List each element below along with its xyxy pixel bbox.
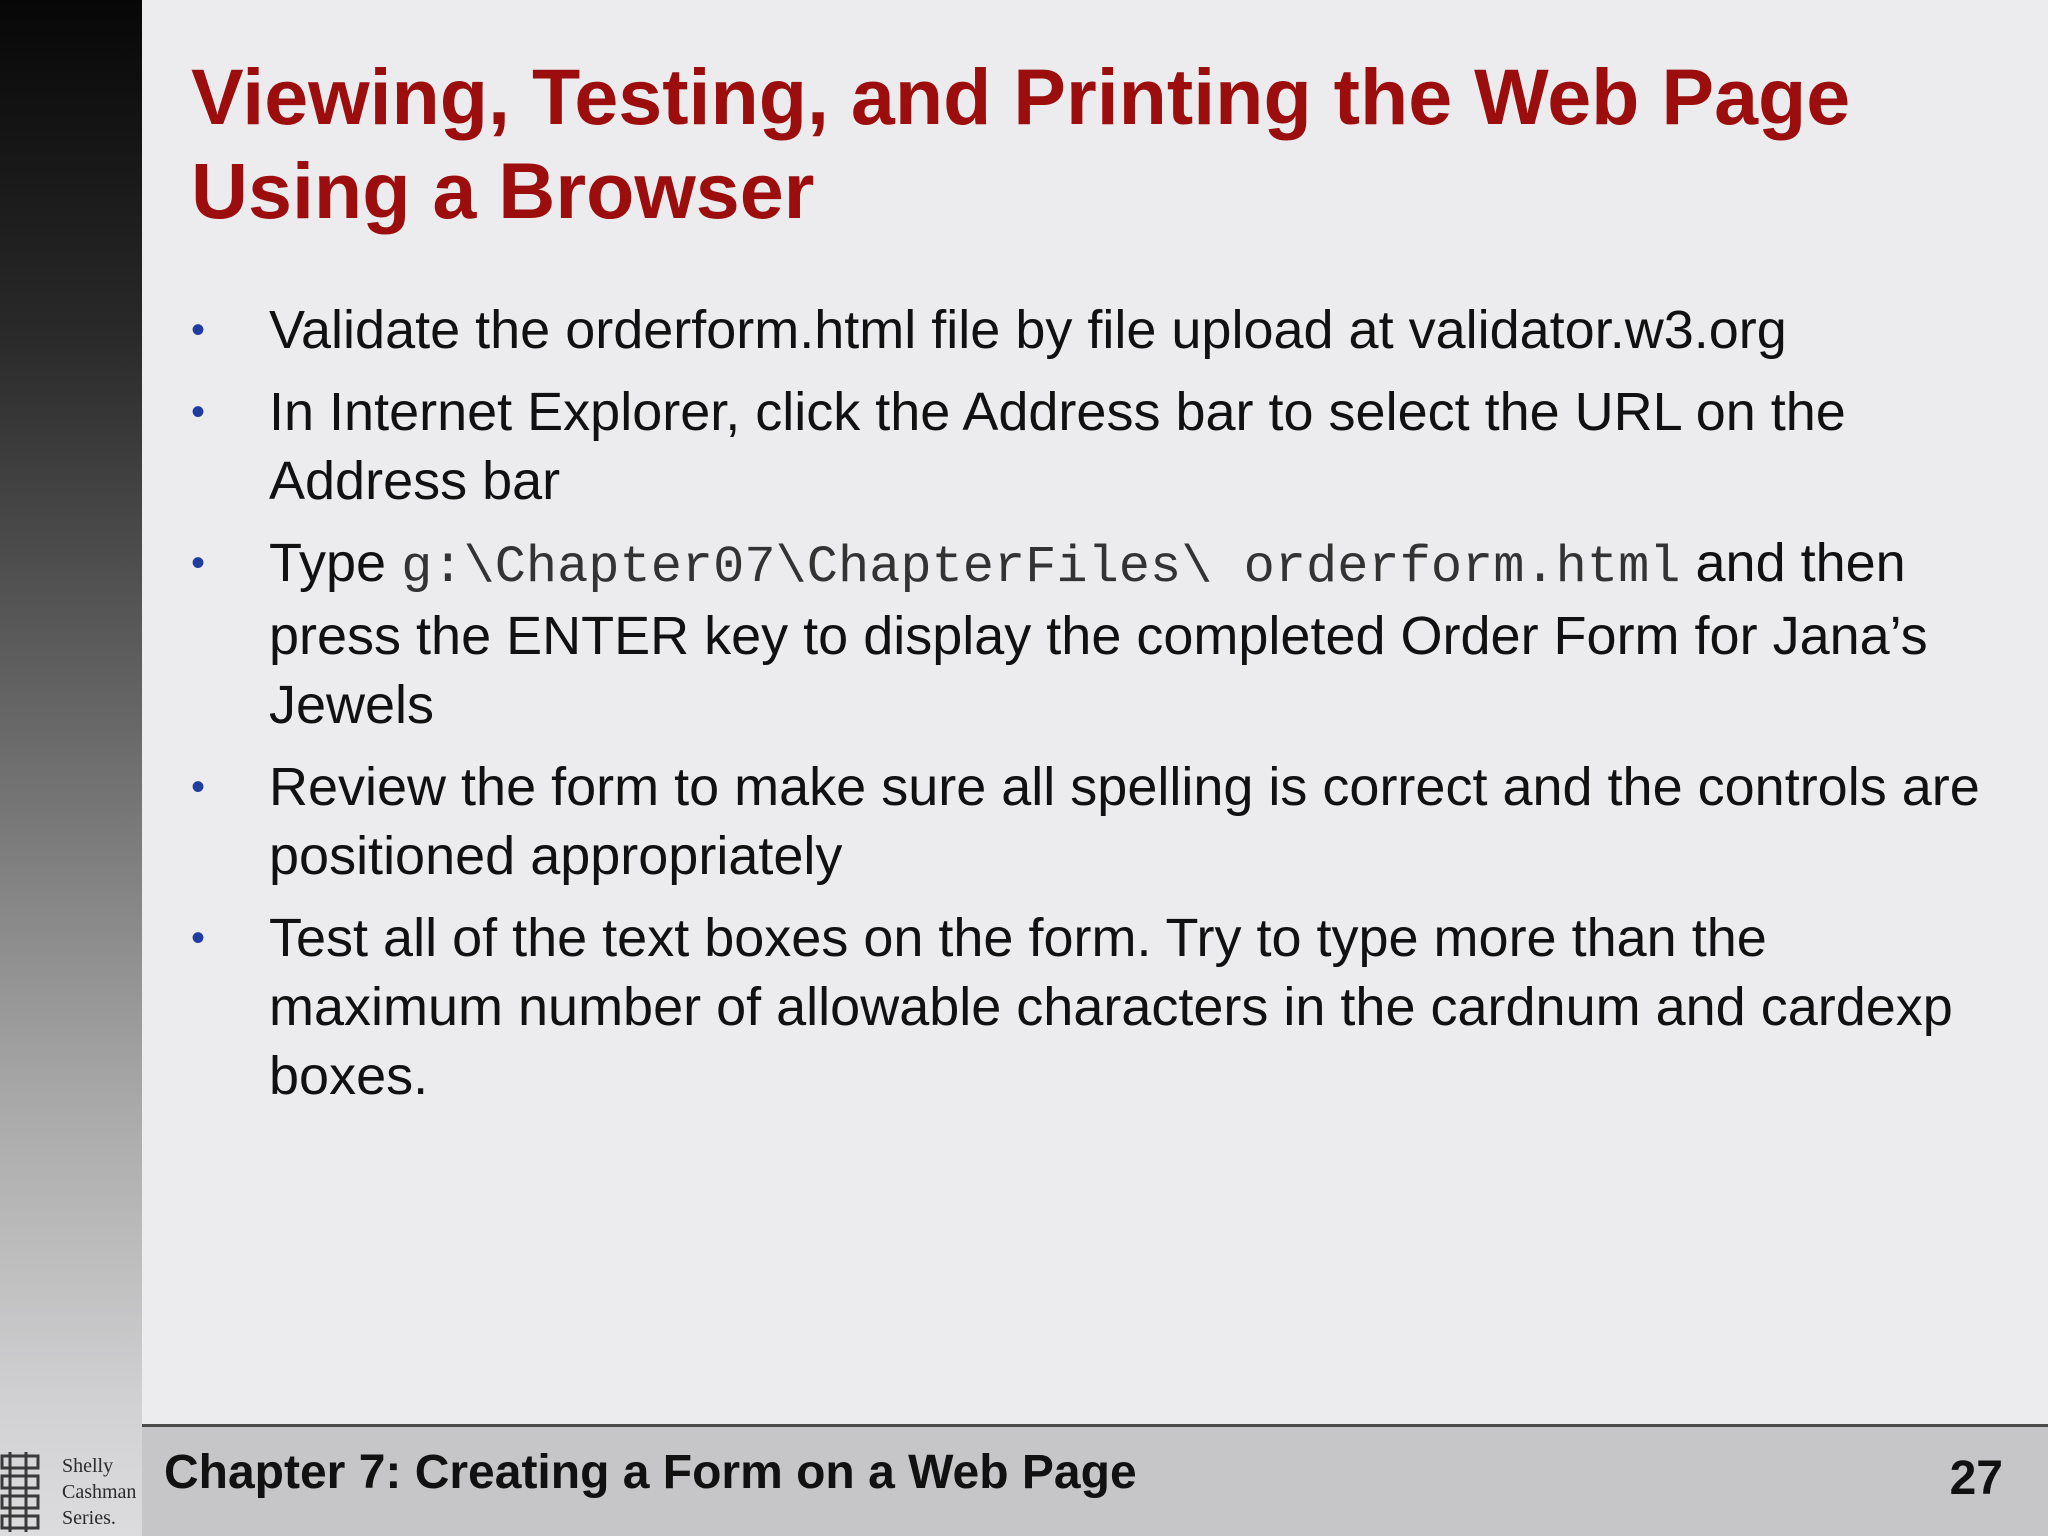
footer-chapter-title: Chapter 7: Creating a Form on a Web Page: [164, 1446, 1137, 1499]
bullet-item: • Test all of the text boxes on the form…: [191, 904, 1991, 1111]
bullet-item: • Review the form to make sure all spell…: [191, 753, 1991, 891]
left-gradient-bar: [0, 0, 142, 1536]
bullet-marker-icon: •: [191, 765, 206, 809]
bullet-text: Validate the orderform.html file by file…: [269, 300, 1787, 360]
slide-title: Viewing, Testing, and Printing the Web P…: [191, 52, 1851, 235]
footer-bar: Chapter 7: Creating a Form on a Web Page…: [142, 1427, 2048, 1536]
logo-text-line: Cashman: [62, 1481, 136, 1503]
bullet-item: • In Internet Explorer, click the Addres…: [191, 378, 1991, 516]
shelly-cashman-series-logo-icon: Shelly Cashman Series.: [0, 1448, 142, 1534]
bullet-item: • Type g:\Chapter07\ChapterFiles\ orderf…: [191, 529, 1991, 740]
bullet-text: Review the form to make sure all spellin…: [269, 757, 1980, 886]
logo-text-line: Shelly: [62, 1455, 113, 1477]
bullet-text: Type: [269, 533, 402, 593]
bullet-item: • Validate the orderform.html file by fi…: [191, 296, 1991, 365]
logo-text-line: Series.: [62, 1507, 116, 1529]
bullet-marker-icon: •: [191, 541, 206, 585]
page-number: 27: [1949, 1452, 2003, 1505]
bullet-marker-icon: •: [191, 916, 206, 960]
bullet-text: Test all of the text boxes on the form. …: [269, 908, 1953, 1106]
bullet-marker-icon: •: [191, 308, 206, 352]
bullet-marker-icon: •: [191, 390, 206, 434]
bullet-list: • Validate the orderform.html file by fi…: [191, 296, 1991, 1124]
code-path: g:\Chapter07\ChapterFiles\ orderform.htm…: [401, 538, 1681, 597]
bullet-text: In Internet Explorer, click the Address …: [269, 382, 1846, 511]
